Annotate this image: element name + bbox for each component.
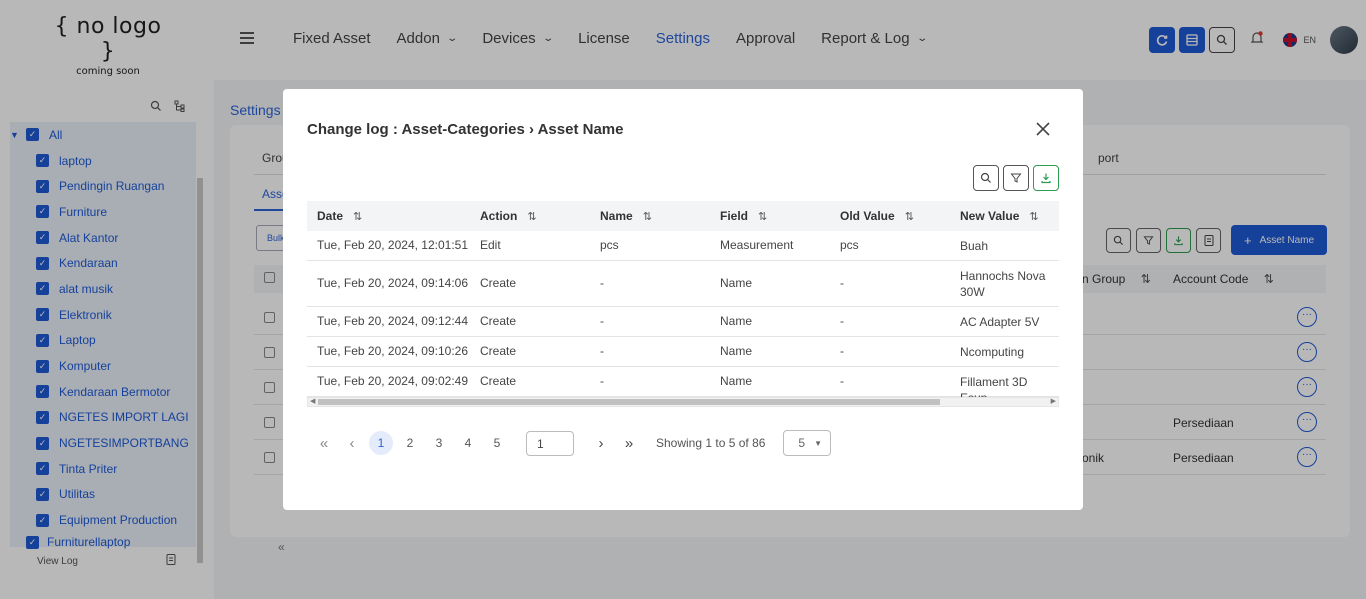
cell-field: Name bbox=[720, 276, 753, 290]
cell-new-value: Buah bbox=[960, 239, 989, 253]
cell-action: Create bbox=[480, 374, 517, 388]
page-number-button[interactable]: 1 bbox=[369, 431, 393, 455]
page-number-button[interactable]: 4 bbox=[456, 431, 480, 455]
cell-old-value: - bbox=[840, 276, 844, 290]
cell-new-value: Hannochs Nova 30W bbox=[960, 269, 1046, 299]
cell-date: Tue, Feb 20, 2024, 09:14:06 bbox=[317, 276, 469, 290]
table-row[interactable]: Tue, Feb 20, 2024, 12:01:51 Edit pcs Measur… bbox=[307, 231, 1059, 261]
sort-icon: ⇅ bbox=[527, 211, 537, 223]
sort-icon: ⇅ bbox=[758, 211, 768, 223]
cell-old-value: - bbox=[840, 314, 844, 328]
scroll-right-icon[interactable]: ▶ bbox=[1051, 397, 1056, 405]
download-icon bbox=[1041, 173, 1051, 184]
next-page-icon[interactable]: › bbox=[590, 435, 612, 452]
search-icon bbox=[980, 172, 991, 183]
table-row[interactable]: Tue, Feb 20, 2024, 09:12:44 Create - Name - A… bbox=[307, 307, 1059, 337]
cell-field: Name bbox=[720, 344, 753, 358]
chevron-down-icon: ▼ bbox=[814, 438, 823, 448]
cell-date: Tue, Feb 20, 2024, 09:02:49 bbox=[317, 374, 469, 388]
scrollbar-thumb[interactable] bbox=[318, 399, 940, 405]
sort-icon: ⇅ bbox=[353, 211, 363, 223]
page-jump-input[interactable]: 1 bbox=[526, 430, 574, 456]
cell-name: - bbox=[600, 276, 604, 290]
cell-date: Tue, Feb 20, 2024, 09:10:26 bbox=[317, 344, 469, 358]
close-button[interactable] bbox=[1033, 119, 1053, 139]
modal-toolbar bbox=[973, 165, 1059, 191]
sort-icon: ⇅ bbox=[642, 211, 652, 223]
cell-old-value: - bbox=[840, 344, 844, 358]
table-row[interactable]: Tue, Feb 20, 2024, 09:02:49 Create - Name - F… bbox=[307, 367, 1059, 405]
scroll-left-icon[interactable]: ◀ bbox=[310, 397, 315, 405]
page-number-button[interactable]: 3 bbox=[427, 431, 451, 455]
horizontal-scrollbar[interactable]: ◀ ▶ bbox=[307, 397, 1059, 407]
table-row[interactable]: Tue, Feb 20, 2024, 09:14:06 Create - Name - H… bbox=[307, 261, 1059, 307]
pagination: « ‹ 12345 1 › » Showing 1 to 5 of 86 5 ▼ bbox=[313, 430, 832, 456]
cell-name: - bbox=[600, 374, 604, 388]
column-header-name[interactable]: Name ⇅ bbox=[600, 209, 652, 223]
cell-field: Name bbox=[720, 314, 753, 328]
cell-name: - bbox=[600, 314, 604, 328]
column-header-action[interactable]: Action ⇅ bbox=[480, 209, 537, 223]
cell-new-value: AC Adapter 5V bbox=[960, 315, 1040, 329]
cell-action: Create bbox=[480, 314, 517, 328]
cell-action: Create bbox=[480, 276, 517, 290]
cell-action: Create bbox=[480, 344, 517, 358]
change-log-table: Date ⇅ Action ⇅ Name ⇅ Field ⇅ Old Value ⇅ Ne… bbox=[307, 201, 1059, 407]
sort-icon: ⇅ bbox=[1029, 211, 1039, 223]
sort-icon: ⇅ bbox=[904, 211, 914, 223]
prev-page-icon[interactable]: ‹ bbox=[341, 435, 363, 452]
cell-date: Tue, Feb 20, 2024, 09:12:44 bbox=[317, 314, 469, 328]
cell-new-value: Ncomputing bbox=[960, 345, 1025, 359]
cell-date: Tue, Feb 20, 2024, 12:01:51 bbox=[317, 238, 469, 252]
table-header: Date ⇅ Action ⇅ Name ⇅ Field ⇅ Old Value ⇅ Ne… bbox=[307, 201, 1059, 231]
filter-icon bbox=[1010, 173, 1022, 183]
last-page-icon[interactable]: » bbox=[618, 435, 640, 452]
cell-field: Name bbox=[720, 374, 753, 388]
column-header-old-value[interactable]: Old Value ⇅ bbox=[840, 209, 914, 223]
column-header-date[interactable]: Date ⇅ bbox=[317, 209, 362, 223]
page-size-value: 5 bbox=[798, 436, 806, 450]
page-number-button[interactable]: 5 bbox=[485, 431, 509, 455]
search-button[interactable] bbox=[973, 165, 999, 191]
page-number-button[interactable]: 2 bbox=[398, 431, 422, 455]
column-header-field[interactable]: Field ⇅ bbox=[720, 209, 767, 223]
export-button[interactable] bbox=[1033, 165, 1059, 191]
cell-old-value: pcs bbox=[840, 238, 859, 252]
first-page-icon[interactable]: « bbox=[313, 435, 335, 452]
cell-field: Measurement bbox=[720, 238, 794, 252]
page-size-select[interactable]: 5 ▼ bbox=[783, 430, 832, 456]
cell-name: pcs bbox=[600, 238, 619, 252]
column-header-new-value[interactable]: New Value ⇅ bbox=[960, 209, 1039, 223]
cell-name: - bbox=[600, 344, 604, 358]
close-icon bbox=[1036, 122, 1050, 136]
filter-button[interactable] bbox=[1003, 165, 1029, 191]
pagination-info: Showing 1 to 5 of 86 bbox=[656, 436, 766, 450]
change-log-modal: Change log : Asset-Categories › Asset Na… bbox=[283, 89, 1083, 510]
cell-action: Edit bbox=[480, 238, 501, 252]
cell-old-value: - bbox=[840, 374, 844, 388]
table-row[interactable]: Tue, Feb 20, 2024, 09:10:26 Create - Name - N… bbox=[307, 337, 1059, 367]
modal-title: Change log : Asset-Categories › Asset Na… bbox=[307, 121, 624, 138]
